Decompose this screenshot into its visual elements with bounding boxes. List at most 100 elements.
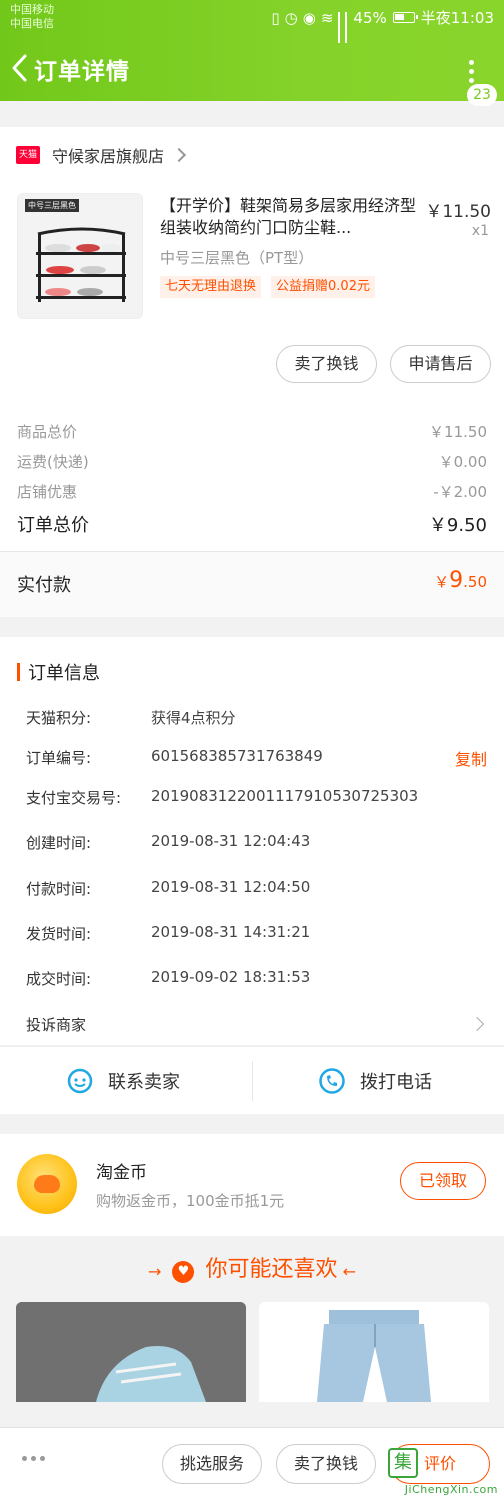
service-tag: 七天无理由退换 [160, 276, 262, 298]
info-value: 获得4点积分 [151, 709, 236, 727]
status-indicators: ▯ ◷ ◉ ≋ 45% 半夜11:03 [271, 7, 494, 43]
contact-row: 联系卖家 拨打电话 [0, 1046, 504, 1114]
order-info-card: 订单信息 天猫积分: 获得4点积分 订单编号: 6015683857317638… [0, 637, 504, 1045]
coin-title: 淘金币 [96, 1163, 147, 1183]
battery-icon [392, 12, 418, 23]
paid-int: 9 [449, 568, 464, 593]
wifi-icon: ≋ [320, 8, 334, 27]
fee-value: -￥2.00 [433, 483, 487, 501]
copy-button[interactable]: 复制 [455, 746, 487, 770]
order-product-card: 天猫 守候家居旗舰店 中号三层黑色 【开学价】鞋架简易多层家用经济型组装收纳简约… [0, 127, 504, 617]
coin-subtitle: 购物返金币，100金币抵1元 [96, 1192, 285, 1210]
product-title[interactable]: 【开学价】鞋架简易多层家用经济型组装收纳简约门口防尘鞋... [160, 195, 422, 239]
paid-decimal: .50 [463, 573, 487, 591]
paid-currency: ￥ [434, 573, 450, 591]
status-bar: 中国移动 中国电信 ▯ ◷ ◉ ≋ 45% 半夜11:03 [0, 0, 504, 43]
info-value: 2019083122001117910530725303 [151, 787, 419, 805]
chevron-right-icon [469, 1016, 485, 1032]
contact-seller-label: 联系卖家 [108, 1072, 180, 1093]
order-total-label: 订单总价 [17, 515, 89, 536]
carrier-1: 中国移动 [10, 3, 54, 16]
chat-icon [67, 1068, 93, 1094]
alarm-icon: ◷ [284, 8, 298, 27]
call-phone-button[interactable]: 拨打电话 [318, 1047, 432, 1115]
shop-name[interactable]: 守候家居旗舰店 [52, 143, 164, 167]
taojinbi-card: 淘金币 购物返金币，100金币抵1元 已领取 [0, 1134, 504, 1236]
fee-value: ￥11.50 [429, 423, 487, 441]
tmall-logo: 天猫 [16, 146, 40, 164]
paid-value: ￥9.50 [434, 568, 487, 593]
info-value: 2019-09-02 18:31:53 [151, 968, 311, 986]
more-options-icon[interactable] [22, 1456, 45, 1461]
signal-icon [345, 11, 348, 43]
info-value: 2019-08-31 14:31:21 [151, 923, 311, 941]
product-image[interactable]: 中号三层黑色 [17, 193, 143, 319]
contact-seller-button[interactable]: 联系卖家 [66, 1047, 180, 1115]
phone-icon [319, 1068, 345, 1094]
info-label: 天猫积分: [26, 709, 92, 727]
info-label: 发货时间: [26, 925, 92, 943]
coin-face [34, 1175, 60, 1193]
fee-label: 店铺优惠 [17, 483, 78, 501]
jeans-image [259, 1302, 489, 1402]
recommend-item[interactable] [259, 1302, 489, 1402]
back-arrow-icon[interactable] [8, 52, 32, 84]
order-info-header: 订单信息 [17, 659, 100, 685]
thumb-label: 中号三层黑色 [25, 199, 79, 212]
recommend-title: 你可能还喜欢 [205, 1257, 338, 1282]
charity-tag: 公益捐赠0.02元 [271, 276, 375, 298]
divider [252, 1061, 253, 1101]
product-price: ￥11.50 [425, 202, 491, 222]
clock: 半夜11:03 [420, 9, 494, 27]
shoe-rack-image [36, 227, 126, 302]
fee-row-shipping: 运费(快递) ￥0.00 [17, 451, 487, 472]
info-value: 2019-08-31 12:04:43 [151, 832, 311, 850]
info-value: 601568385731763849 [151, 747, 323, 765]
watermark-logo: 集 [388, 1448, 418, 1478]
info-label: 订单编号: [26, 749, 92, 767]
info-label: 付款时间: [26, 880, 92, 898]
order-total-value: ￥9.50 [428, 515, 487, 536]
decor-arrow-right-icon: ← [342, 1262, 357, 1281]
eye-icon: ◉ [302, 8, 316, 27]
heart-icon: ♥ [172, 1260, 195, 1283]
resell-button[interactable]: 卖了换钱 [276, 345, 377, 383]
paid-row: 实付款 ￥9.50 [0, 552, 504, 617]
gold-coin-icon [17, 1154, 77, 1214]
fee-label: 商品总价 [17, 423, 78, 441]
info-label: 创建时间: [26, 834, 92, 852]
recommend-header: → ♥ 你可能还喜欢 ← [0, 1237, 504, 1303]
order-total-row: 订单总价 ￥9.50 [17, 511, 487, 537]
complaint-label[interactable]: 投诉商家 [26, 1014, 86, 1035]
product-tags: 七天无理由退换 公益捐赠0.02元 [160, 276, 375, 298]
watermark-text: JiChengXin.com [404, 1483, 498, 1496]
title-row: 订单详情 23 [0, 44, 504, 106]
carrier-2: 中国电信 [10, 17, 54, 30]
info-value: 2019-08-31 12:04:50 [151, 878, 311, 896]
fee-label: 运费(快递) [17, 453, 89, 471]
product-sku: 中号三层黑色（PT型） [160, 249, 314, 267]
fee-value: ￥0.00 [438, 453, 487, 471]
top-bar: 中国移动 中国电信 ▯ ◷ ◉ ≋ 45% 半夜11:03 订单详情 23 [0, 0, 504, 106]
shop-row[interactable]: 天猫 守候家居旗舰店 [16, 143, 187, 167]
bottom-action-bar: 挑选服务 卖了换钱 评价 集 JiChengXin.com [0, 1427, 504, 1500]
section-marker [17, 663, 20, 681]
signal-icon [338, 11, 341, 43]
chevron-right-icon [171, 147, 187, 163]
call-phone-label: 拨打电话 [360, 1072, 432, 1093]
product-quantity: x1 [471, 223, 489, 239]
order-info-title: 订单信息 [28, 663, 100, 684]
info-label: 支付宝交易号: [26, 789, 122, 807]
recommend-item[interactable] [16, 1302, 246, 1402]
after-sale-button[interactable]: 申请售后 [390, 345, 491, 383]
coin-claimed-button[interactable]: 已领取 [400, 1162, 486, 1200]
fee-row-discount: 店铺优惠 -￥2.00 [17, 481, 487, 502]
vibrate-icon: ▯ [271, 8, 280, 27]
resell-button[interactable]: 卖了换钱 [276, 1444, 376, 1484]
message-badge: 23 [467, 84, 497, 106]
select-service-button[interactable]: 挑选服务 [162, 1444, 262, 1484]
page-title: 订单详情 [34, 59, 130, 85]
info-label: 成交时间: [26, 970, 92, 988]
sneaker-image [16, 1302, 246, 1402]
fee-row-goods: 商品总价 ￥11.50 [17, 421, 487, 442]
